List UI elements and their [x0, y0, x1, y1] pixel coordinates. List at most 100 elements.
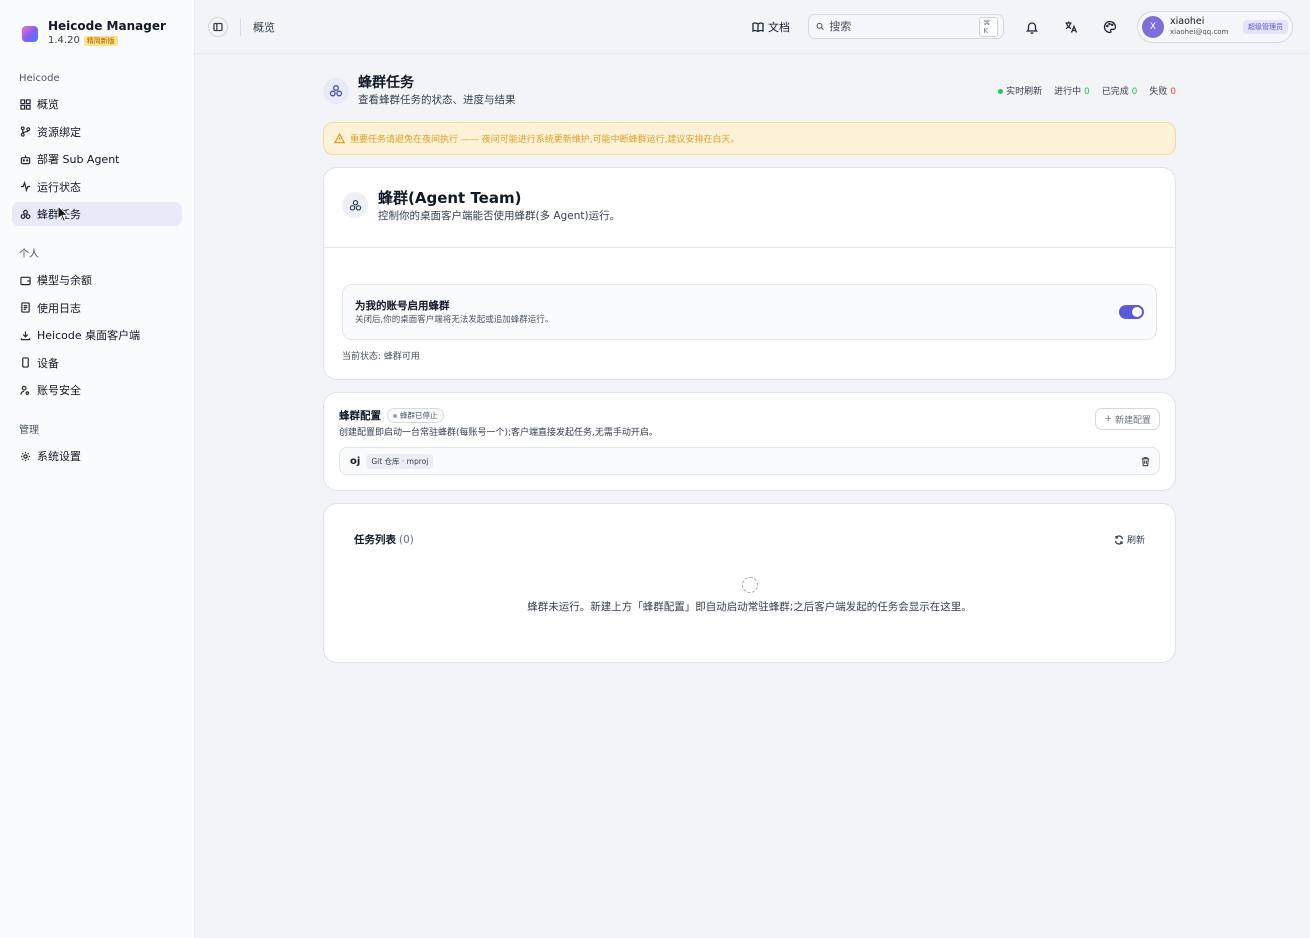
- swarm-config-card: 蜂群配置 蜂群已停止 创建配置即启动一台常驻蜂群(每账号一个);客户端直接发起任…: [323, 392, 1176, 491]
- enable-swarm-toggle[interactable]: [1119, 305, 1144, 319]
- loading-spinner-icon: [741, 577, 758, 593]
- sidebar-item-overview[interactable]: 概览: [12, 92, 182, 116]
- sidebar-item-account-security[interactable]: 账号安全: [12, 378, 182, 402]
- user-menu[interactable]: X xiaohei xiaohei@qq.com 超级管理员: [1137, 10, 1293, 43]
- task-count: (0): [399, 533, 414, 546]
- sidebar-toggle-button[interactable]: [208, 16, 228, 37]
- sidebar-item-swarm-tasks[interactable]: 蜂群任务: [12, 202, 182, 226]
- sidebar: Heicode Manager 1.4.20 精简新版 Heicode 概览 资…: [0, 0, 195, 938]
- book-icon: [752, 21, 764, 32]
- sidebar-item-desktop-client[interactable]: Heicode 桌面客户端: [12, 323, 182, 347]
- nav-group-admin: 管理 系统设置: [12, 422, 182, 468]
- sidebar-item-run-status[interactable]: 运行状态: [12, 175, 182, 199]
- swarm-icon: [342, 192, 368, 218]
- search-input[interactable]: [829, 20, 975, 33]
- user-email: xiaohei@qq.com: [1170, 28, 1229, 36]
- stat-running: 进行中 0: [1054, 87, 1090, 97]
- team-card-title: 蜂群(Agent Team): [378, 189, 522, 207]
- branch-icon: [20, 126, 31, 137]
- brand: Heicode Manager 1.4.20 精简新版: [12, 16, 182, 50]
- enable-swarm-description: 关闭后,你的桌面客户端将无法发起或追加蜂群运行。: [355, 314, 554, 325]
- enable-swarm-setting: 为我的账号启用蜂群 关闭后,你的桌面客户端将无法发起或追加蜂群运行。: [342, 284, 1157, 340]
- status-badge: 蜂群已停止: [387, 408, 444, 423]
- sidebar-item-system-settings[interactable]: 系统设置: [12, 444, 182, 468]
- sidebar-item-label: 系统设置: [37, 450, 81, 463]
- sidebar-item-label: Heicode 桌面客户端: [37, 329, 141, 342]
- app-window: Heicode Manager 1.4.20 精简新版 Heicode 概览 资…: [0, 0, 1310, 938]
- new-config-button[interactable]: + 新建配置: [1095, 408, 1160, 430]
- download-icon: [20, 330, 31, 341]
- user-name: xiaohei: [1170, 16, 1205, 27]
- brand-logo-icon: [22, 26, 38, 42]
- panel-left-icon: [213, 22, 223, 31]
- nav-group-title: 个人: [19, 249, 39, 260]
- brand-version: 1.4.20: [48, 35, 80, 46]
- bell-icon: [1025, 21, 1039, 34]
- warning-alert: 重要任务请避免在夜间执行 —— 夜间可能进行系统更新维护,可能中断蜂群运行,建议…: [323, 122, 1176, 155]
- sidebar-item-label: 部署 Sub Agent: [37, 153, 120, 166]
- config-card-title: 蜂群配置: [339, 410, 381, 422]
- sidebar-item-label: 使用日志: [37, 301, 81, 315]
- sidebar-item-models-balance[interactable]: 模型与余额: [12, 268, 182, 292]
- live-dot-icon: [998, 89, 1004, 94]
- warning-icon: [334, 133, 345, 144]
- config-item[interactable]: oj Git 仓库 · mproj: [339, 447, 1160, 475]
- page-title: 蜂群任务: [358, 75, 414, 91]
- sidebar-item-label: 账号安全: [37, 384, 81, 397]
- config-item-tag: Git 仓库 · mproj: [366, 453, 434, 469]
- nav-group-title: Heicode: [19, 73, 60, 84]
- sidebar-item-usage-log[interactable]: 使用日志: [12, 296, 182, 320]
- live-refresh-indicator: 实时刷新: [998, 84, 1042, 97]
- delete-config-button[interactable]: [1139, 455, 1151, 467]
- palette-icon: [1103, 20, 1117, 33]
- sidebar-item-devices[interactable]: 设备: [12, 351, 182, 375]
- refresh-button[interactable]: 刷新: [1114, 533, 1145, 546]
- swarm-icon: [20, 209, 31, 220]
- team-card-subtitle: 控制你的桌面客户端能否使用蜂群(多 Agent)运行。: [378, 210, 621, 222]
- empty-state-text: 蜂群未运行。新建上方「蜂群配置」即自动启动常驻蜂群;之后客户端发起的任务会显示在…: [527, 601, 972, 613]
- device-icon: [20, 357, 31, 368]
- search-icon: [816, 22, 824, 31]
- avatar: X: [1142, 15, 1164, 38]
- docs-label: 文档: [768, 20, 790, 34]
- gear-icon: [20, 451, 31, 462]
- bot-icon: [20, 154, 31, 165]
- docs-link[interactable]: 文档: [752, 19, 790, 35]
- swarm-icon: [323, 78, 349, 104]
- sidebar-item-label: 运行状态: [37, 180, 81, 194]
- task-list-title: 任务列表: [354, 534, 396, 546]
- trash-icon: [1141, 456, 1149, 466]
- page-content: 蜂群任务 查看蜂群任务的状态、进度与结果 实时刷新 进行中 0 已完成 0 失败…: [323, 74, 1176, 663]
- status-dot-icon: [393, 413, 397, 418]
- brand-name: Heicode Manager: [48, 19, 166, 33]
- sidebar-item-label: 模型与余额: [37, 274, 92, 287]
- theme-button[interactable]: [1098, 15, 1122, 39]
- config-card-subtitle: 创建配置即启动一台常驻蜂群(每账号一个);客户端直接发起任务,无需手动开启。: [339, 428, 658, 438]
- nav-group-heicode: Heicode 概览 资源绑定 部署 Sub Agent 运行状态 蜂群任务: [12, 70, 182, 226]
- wallet-icon: [20, 275, 31, 286]
- log-icon: [20, 302, 31, 313]
- notifications-button[interactable]: [1020, 15, 1044, 39]
- task-stats: 实时刷新 进行中 0 已完成 0 失败 0: [998, 84, 1176, 97]
- mouse-cursor-icon: [57, 205, 69, 223]
- agent-team-card: 蜂群(Agent Team) 控制你的桌面客户端能否使用蜂群(多 Agent)运…: [323, 167, 1176, 380]
- enable-swarm-title: 为我的账号启用蜂群: [355, 299, 450, 312]
- alert-text: 重要任务请避免在夜间执行 —— 夜间可能进行系统更新维护,可能中断蜂群运行,建议…: [350, 135, 740, 145]
- sidebar-item-label: 概览: [37, 98, 59, 111]
- plus-icon: +: [1104, 414, 1112, 424]
- page-header: 蜂群任务 查看蜂群任务的状态、进度与结果 实时刷新 进行中 0 已完成 0 失败…: [323, 74, 1176, 114]
- stat-failed: 失败 0: [1149, 87, 1176, 97]
- task-list-card: 任务列表 (0) 刷新 蜂群未运行。新建上方「蜂群配置」即自动启动常驻蜂群;之后…: [323, 503, 1176, 663]
- language-button[interactable]: [1059, 15, 1083, 39]
- sidebar-item-label: 设备: [37, 356, 59, 370]
- breadcrumb[interactable]: 概览: [253, 19, 275, 35]
- divider: [240, 17, 241, 36]
- brand-badge: 精简新版: [83, 36, 118, 46]
- search-box[interactable]: ⌘ K: [808, 14, 1004, 39]
- sidebar-item-deploy-sub-agent[interactable]: 部署 Sub Agent: [12, 147, 182, 171]
- search-shortcut: ⌘ K: [979, 16, 998, 37]
- main-area: 概览 文档 ⌘ K: [195, 0, 1310, 938]
- role-badge: 超级管理员: [1243, 19, 1288, 34]
- stat-done: 已完成 0: [1101, 87, 1138, 97]
- sidebar-item-resource-binding[interactable]: 资源绑定: [12, 120, 182, 144]
